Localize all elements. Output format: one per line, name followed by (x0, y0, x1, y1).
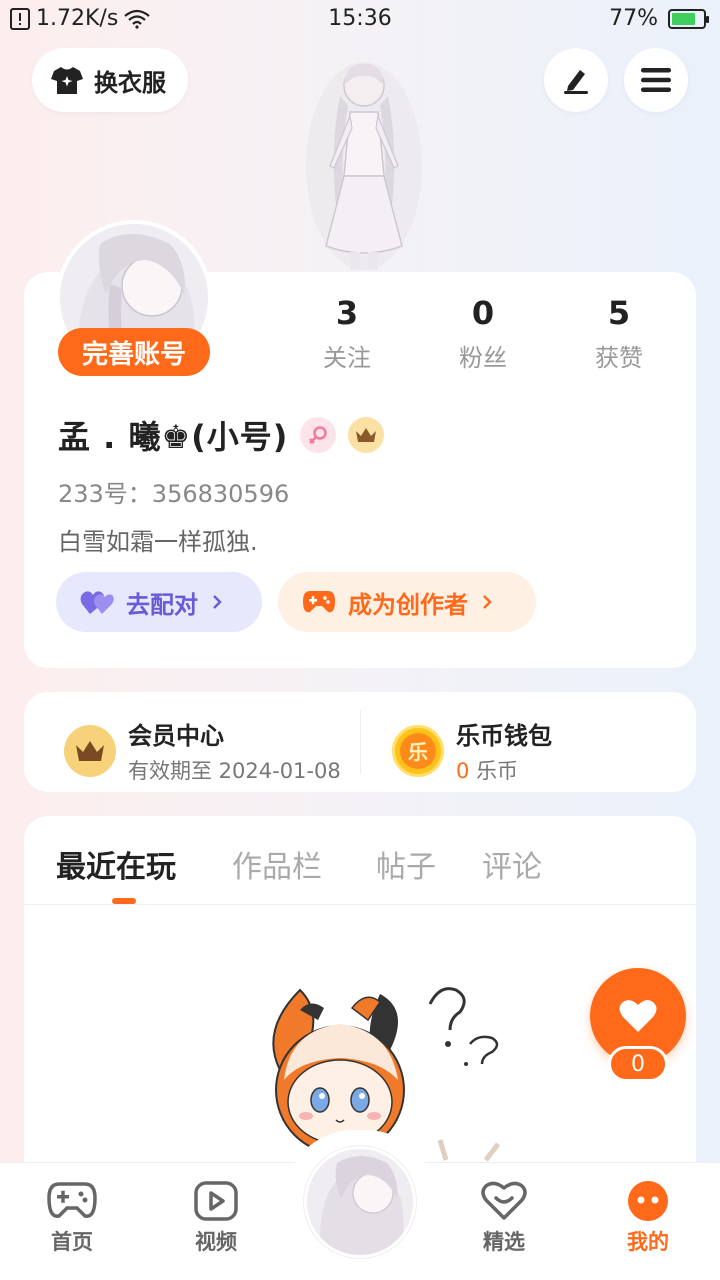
username: 孟 . 曦♚(小号) (58, 418, 289, 456)
gamepad-icon (47, 1182, 97, 1218)
smiley-icon (628, 1181, 668, 1221)
avatar-image (307, 1149, 413, 1255)
wallet-item[interactable]: 乐 乐币钱包 0 乐币 (392, 716, 552, 785)
user-bio: 白雪如霜一样孤独. (58, 528, 258, 556)
tab-recent-played[interactable]: 最近在玩 (56, 842, 176, 886)
coin-unit: 乐币 (476, 759, 519, 783)
battery-fill (672, 12, 696, 25)
battery-icon (668, 8, 709, 29)
following-count: 3 (335, 294, 359, 332)
fans-label: 粉丝 (459, 344, 507, 372)
match-button[interactable]: 去配对 (56, 572, 262, 632)
nav-mine-label: 我的 (627, 1230, 669, 1254)
pen-icon (564, 70, 588, 94)
vip-center-item[interactable]: 会员中心 有效期至 2024-01-08 (64, 716, 341, 785)
battery-percent: 77% (609, 6, 658, 31)
tab-works[interactable]: 作品栏 (232, 842, 322, 886)
become-creator-button[interactable]: 成为创作者 (278, 572, 536, 632)
stat-following[interactable]: 3 关注 (287, 294, 407, 373)
change-outfit-button[interactable]: 换衣服 (32, 48, 188, 112)
divider (360, 710, 361, 774)
heart-icon (619, 1000, 657, 1032)
coin-amount: 0 (456, 759, 470, 783)
chevron-right-icon (213, 595, 222, 609)
edit-profile-button[interactable] (544, 48, 608, 112)
chevron-right-icon (483, 595, 492, 609)
username-row: 孟 . 曦♚(小号) (58, 412, 385, 458)
female-icon (300, 417, 337, 453)
vip-expiry: 有效期至 2024-01-08 (128, 759, 341, 783)
become-creator-label: 成为创作者 (348, 590, 468, 619)
nav-home[interactable]: 首页 (22, 1180, 122, 1256)
vip-crown-icon (64, 724, 116, 777)
tab-posts[interactable]: 帖子 (376, 842, 436, 886)
tab-divider (24, 904, 696, 905)
vip-crown-icon[interactable] (348, 417, 385, 453)
status-right: 77% (609, 6, 709, 31)
play-icon (194, 1181, 238, 1221)
match-label: 去配对 (126, 590, 198, 619)
status-bar: 1.72K/s 15:36 77% (0, 0, 720, 40)
double-heart-icon (80, 591, 114, 614)
stat-fans[interactable]: 0 粉丝 (423, 294, 543, 373)
nav-home-label: 首页 (51, 1230, 93, 1254)
nav-video[interactable]: 视频 (166, 1180, 266, 1256)
nav-featured-label: 精选 (483, 1230, 525, 1254)
coin-glyph: 乐 (400, 732, 436, 769)
menu-button[interactable] (624, 48, 688, 112)
like-count: 0 (608, 1046, 668, 1082)
nav-featured[interactable]: 精选 (454, 1180, 554, 1256)
user-id: 233号：356830596 (58, 480, 290, 508)
gamepad-icon (303, 591, 335, 613)
likes-count: 5 (607, 294, 631, 332)
tshirt-icon (51, 67, 83, 94)
character-avatar-figure[interactable] (300, 56, 428, 272)
vip-center-title: 会员中心 (128, 722, 224, 750)
change-outfit-label: 换衣服 (94, 68, 166, 97)
tab-comments[interactable]: 评论 (482, 842, 542, 886)
following-label: 关注 (323, 344, 371, 372)
coin-icon: 乐 (392, 724, 444, 777)
complete-account-button[interactable]: 完善账号 (58, 328, 210, 376)
wallet-title: 乐币钱包 (456, 722, 552, 750)
nav-video-label: 视频 (195, 1230, 237, 1254)
wallet-balance: 0 乐币 (456, 755, 552, 785)
nav-mine[interactable]: 我的 (598, 1180, 698, 1256)
likes-label: 获赞 (595, 344, 643, 372)
nav-center-avatar[interactable] (304, 1146, 416, 1258)
heart-icon (481, 1181, 527, 1220)
stat-likes[interactable]: 5 获赞 (559, 294, 679, 373)
fans-count: 0 (471, 294, 495, 332)
hamburger-menu-icon (641, 68, 671, 92)
